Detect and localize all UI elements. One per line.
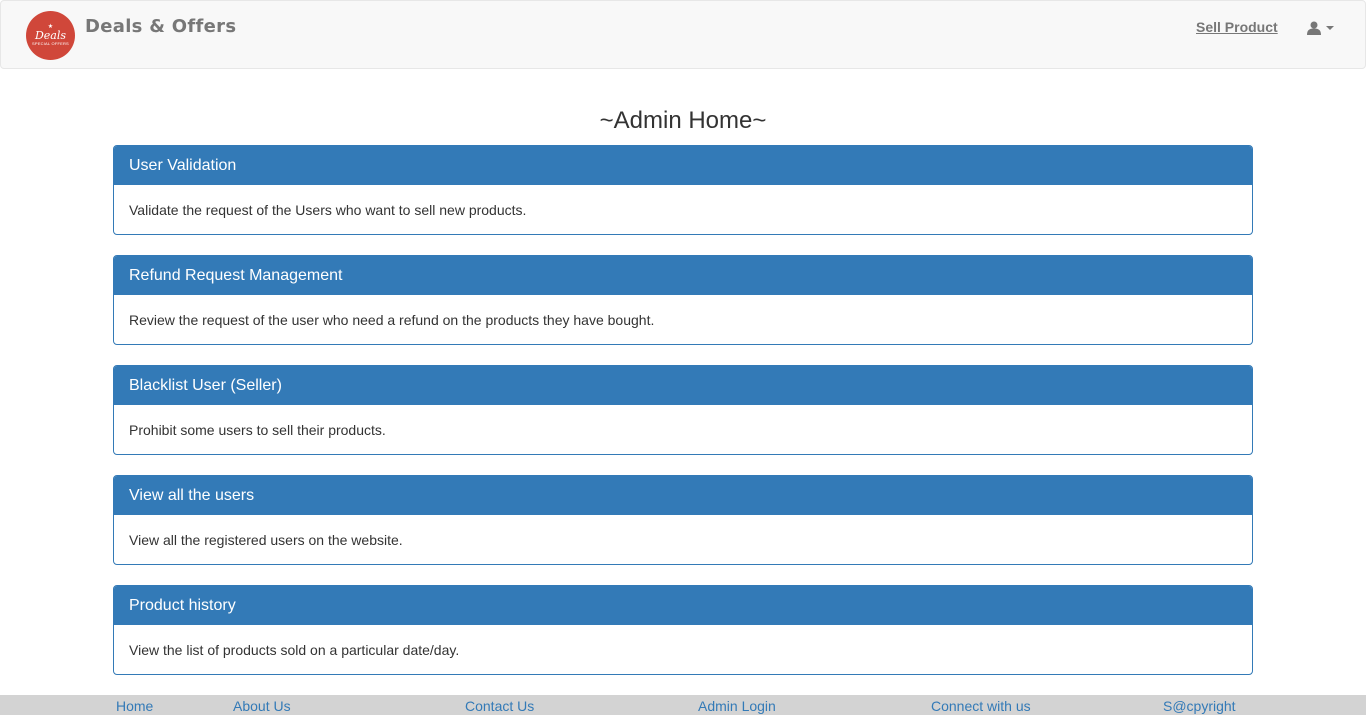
panel-heading[interactable]: Blacklist User (Seller) bbox=[114, 366, 1252, 405]
footer-link-connect-with-us[interactable]: Connect with us bbox=[931, 697, 1031, 715]
panel-heading[interactable]: View all the users bbox=[114, 476, 1252, 515]
panel-body: Validate the request of the Users who wa… bbox=[129, 202, 527, 218]
panel-heading[interactable]: Refund Request Management bbox=[114, 256, 1252, 295]
caret-down-icon bbox=[1326, 26, 1334, 30]
panel-view-all-users[interactable]: View all the users View all the register… bbox=[113, 475, 1253, 565]
sell-product-link[interactable]: Sell Product bbox=[1196, 19, 1278, 35]
panel-body: View the list of products sold on a part… bbox=[129, 642, 460, 658]
footer-link-copyright[interactable]: S@cpyright bbox=[1163, 697, 1236, 715]
user-icon bbox=[1307, 21, 1321, 35]
panel-product-history[interactable]: Product history View the list of product… bbox=[113, 585, 1253, 675]
panel-user-validation[interactable]: User Validation Validate the request of … bbox=[113, 145, 1253, 235]
footer-link-contact-us[interactable]: Contact Us bbox=[465, 697, 534, 715]
panel-body: Review the request of the user who need … bbox=[129, 312, 655, 328]
page-title: ~Admin Home~ bbox=[599, 107, 767, 134]
panel-body: View all the registered users on the web… bbox=[129, 532, 403, 548]
panel-heading[interactable]: Product history bbox=[114, 586, 1252, 625]
panel-blacklist-user[interactable]: Blacklist User (Seller) Prohibit some us… bbox=[113, 365, 1253, 455]
panel-heading[interactable]: User Validation bbox=[114, 146, 1252, 185]
logo-subtext: SPECIAL OFFERS bbox=[32, 41, 69, 46]
panel-body: Prohibit some users to sell their produc… bbox=[129, 422, 386, 438]
footer-link-admin-login[interactable]: Admin Login bbox=[698, 697, 776, 715]
panel-refund-request-management[interactable]: Refund Request Management Review the req… bbox=[113, 255, 1253, 345]
footer-link-home[interactable]: Home bbox=[116, 697, 153, 715]
deals-logo[interactable]: ★ Deals SPECIAL OFFERS bbox=[26, 11, 75, 60]
brand-title[interactable]: Deals & Offers bbox=[85, 16, 236, 37]
navbar: ★ Deals SPECIAL OFFERS Deals & Offers Se… bbox=[0, 0, 1366, 69]
user-menu-dropdown[interactable] bbox=[1307, 18, 1339, 38]
footer-link-about-us[interactable]: About Us bbox=[233, 697, 291, 715]
logo-text: Deals bbox=[34, 29, 67, 42]
footer: Home About Us Contact Us Admin Login Con… bbox=[0, 695, 1366, 715]
